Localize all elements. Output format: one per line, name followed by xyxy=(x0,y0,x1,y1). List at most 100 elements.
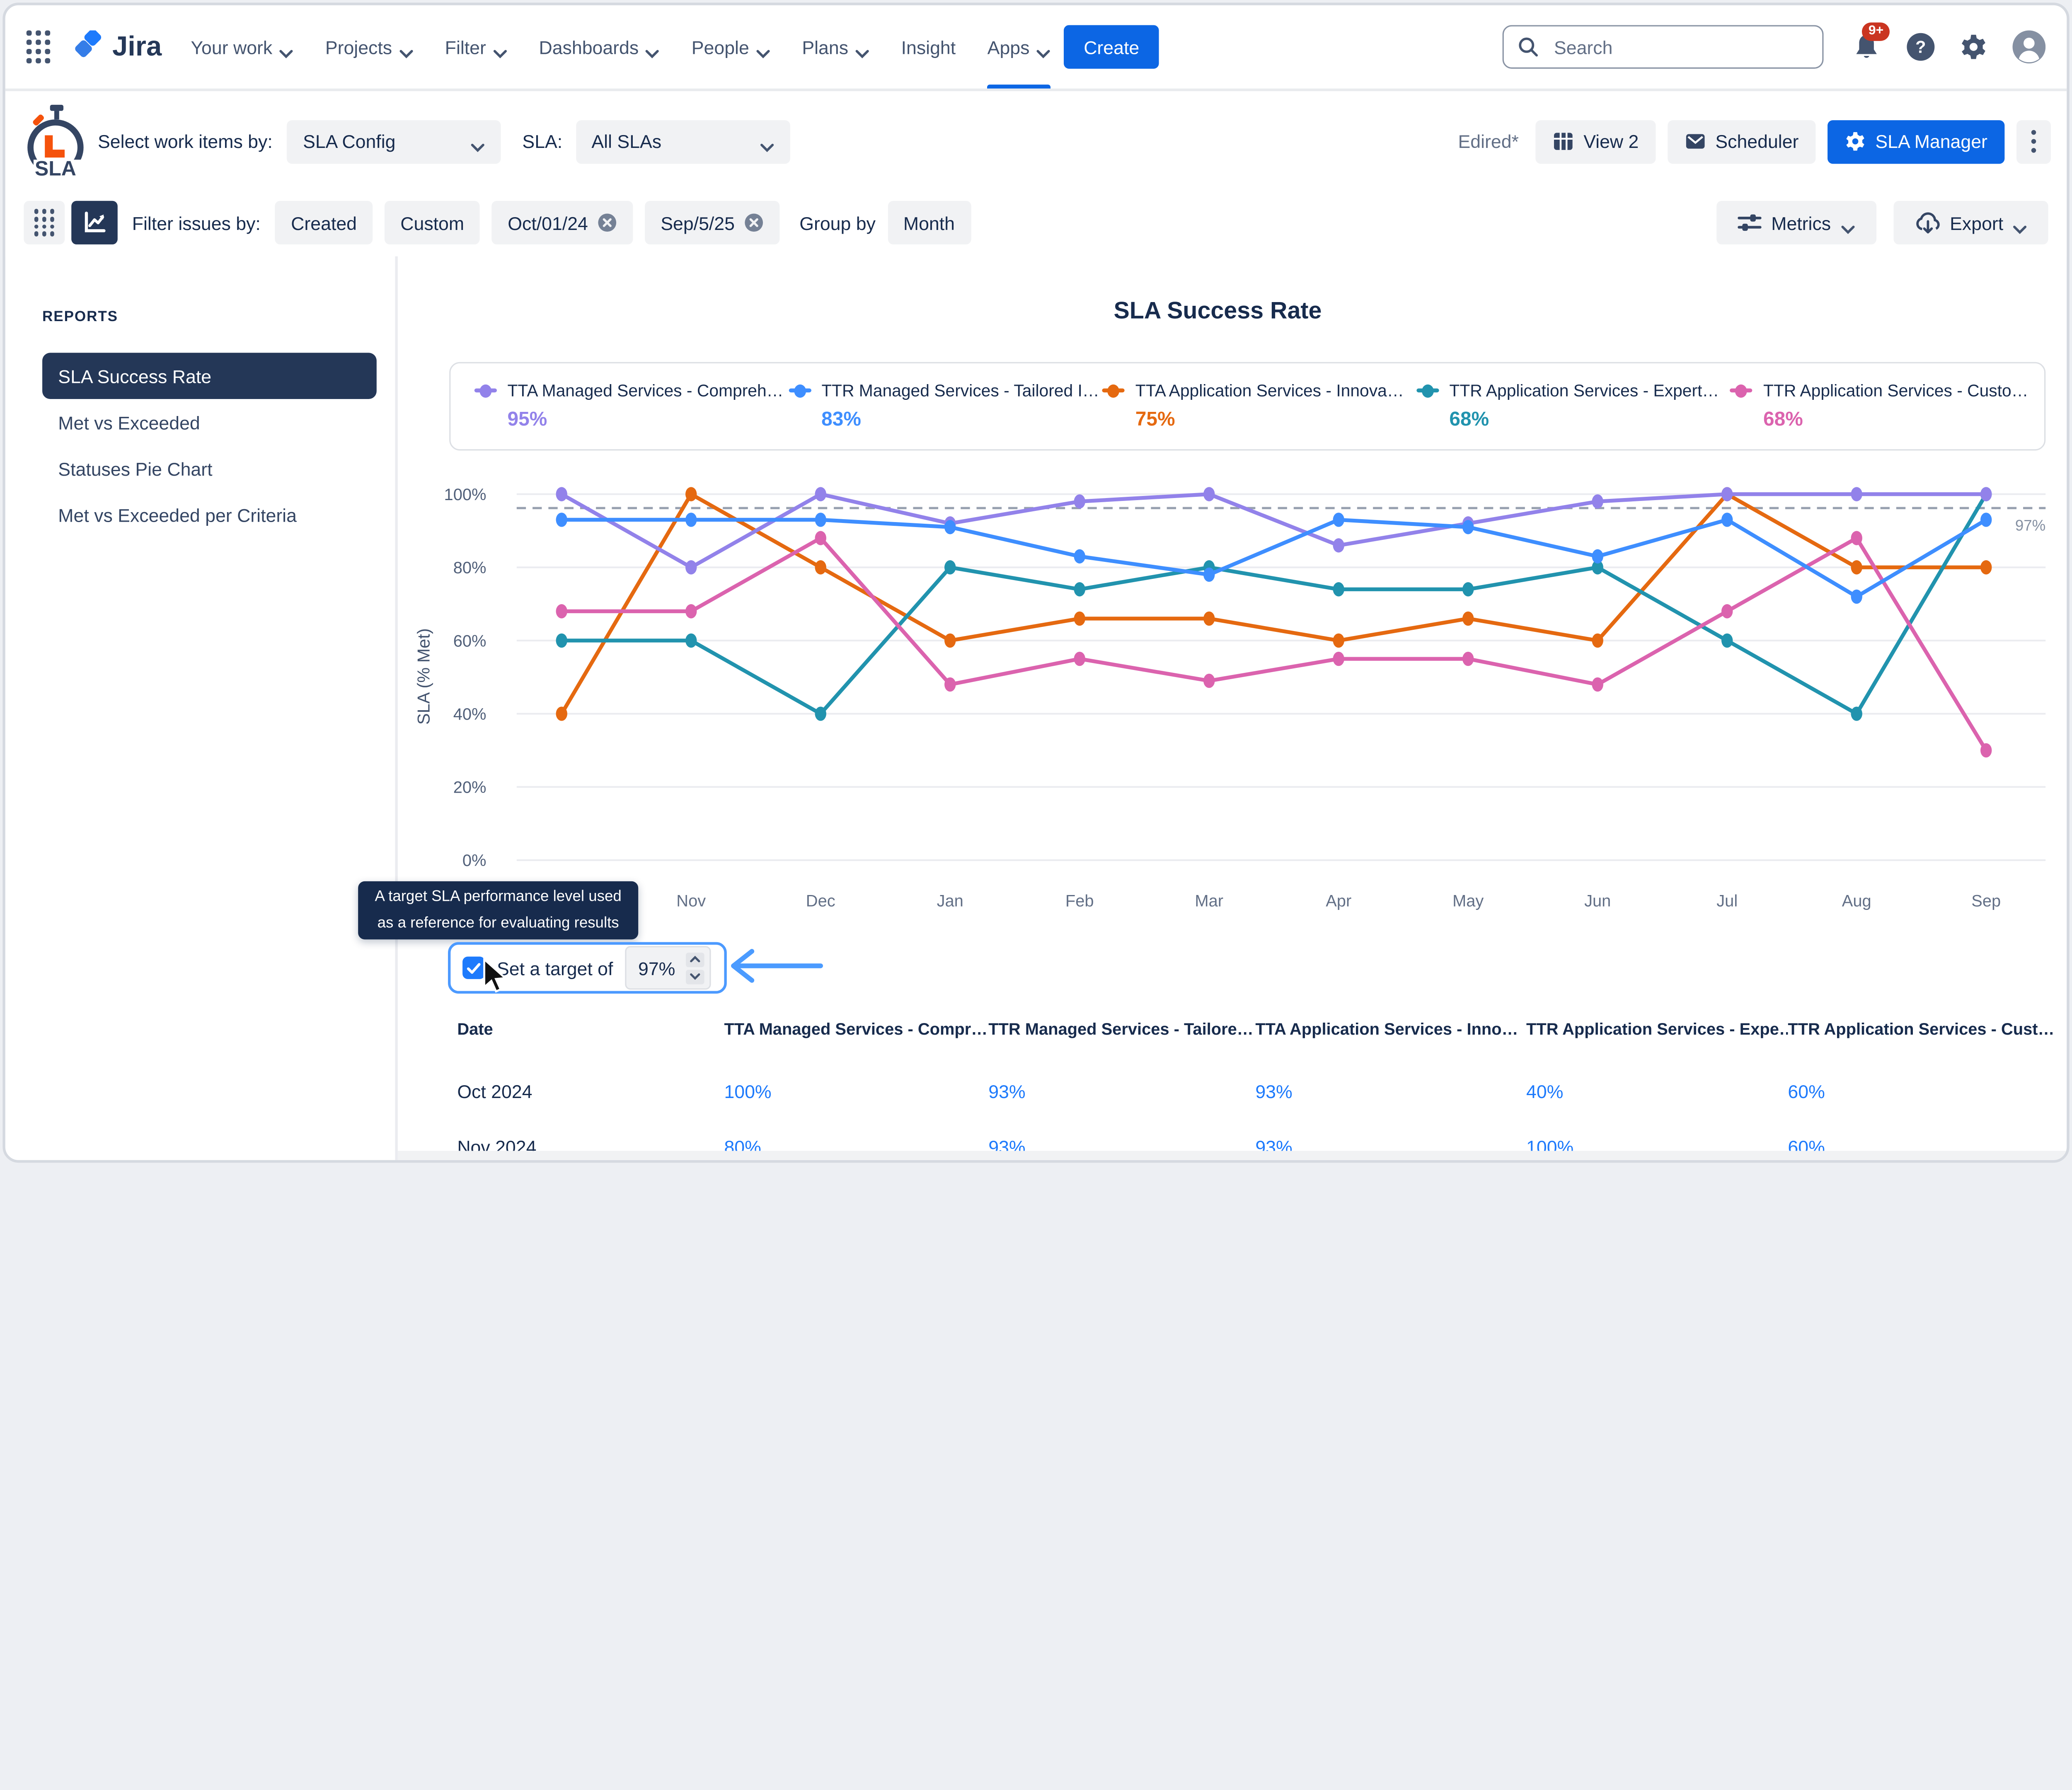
grid-view-toggle[interactable] xyxy=(24,201,65,244)
filter-chip-oct-01-24[interactable]: Oct/01/24 xyxy=(492,201,633,244)
nav-item-filter[interactable]: Filter xyxy=(445,5,507,89)
spinner-up-icon[interactable] xyxy=(686,952,704,967)
svg-text:Jul: Jul xyxy=(1716,892,1738,910)
nav-item-your-work[interactable]: Your work xyxy=(191,5,293,89)
nav-item-label: Your work xyxy=(191,36,272,58)
nav-item-plans[interactable]: Plans xyxy=(802,5,869,89)
filter-chip-custom[interactable]: Custom xyxy=(385,201,480,244)
create-button[interactable]: Create xyxy=(1064,25,1159,69)
table-value-link[interactable]: 40% xyxy=(1526,1081,1788,1102)
jira-logo-text: Jira xyxy=(112,31,162,63)
search-input[interactable] xyxy=(1552,35,1809,59)
legend-item-ttr-managed-services-t[interactable]: TTR Managed Services - Tailored I…83% xyxy=(788,363,1102,449)
reports-list: SLA Success RateMet vs ExceededStatuses … xyxy=(42,353,377,537)
table-header-cell: TTR Application Services - Expe… xyxy=(1526,1020,1788,1039)
legend-item-ttr-application-services[interactable]: TTR Application Services - Expert…68% xyxy=(1416,363,1731,449)
metrics-button[interactable]: Metrics xyxy=(1717,201,1876,244)
chart-view-toggle[interactable] xyxy=(71,201,118,244)
tooltip-line1: A target SLA performance level used xyxy=(358,884,638,910)
chip-remove-icon[interactable] xyxy=(744,213,764,232)
legend-label: TTA Application Services - Innova… xyxy=(1135,380,1404,400)
table-value-link[interactable]: 60% xyxy=(1788,1081,2059,1102)
nav-item-apps[interactable]: Apps xyxy=(988,5,1051,89)
sla-manager-label: SLA Manager xyxy=(1875,131,1987,152)
notifications-bell-icon[interactable]: 9+ xyxy=(1853,32,1881,61)
legend-item-ttr-application-services[interactable]: TTR Application Services - Custo… 68% xyxy=(1730,363,2044,449)
legend-marker xyxy=(788,384,811,397)
work-items-dropdown[interactable]: SLA Config xyxy=(287,120,501,163)
envelope-icon xyxy=(1685,131,1706,152)
table-value-link[interactable]: 100% xyxy=(724,1081,988,1102)
sidebar-item-sla-success-rate[interactable]: SLA Success Rate xyxy=(42,353,377,399)
chip-remove-icon[interactable] xyxy=(597,213,617,232)
metrics-label: Metrics xyxy=(1771,212,1831,233)
chevron-down-icon xyxy=(759,136,774,147)
target-input[interactable] xyxy=(638,957,680,978)
chevron-down-icon xyxy=(493,41,507,52)
svg-text:60%: 60% xyxy=(453,632,487,650)
table-value-link[interactable]: 93% xyxy=(988,1081,1255,1102)
legend-label: TTR Application Services - Expert… xyxy=(1449,380,1719,400)
legend-item-tta-managed-services-c[interactable]: TTA Managed Services - Compreh…95% xyxy=(474,363,789,449)
set-target-label: Set a target of xyxy=(497,957,613,978)
sla-label: SLA: xyxy=(522,131,562,152)
sidebar-item-met-vs-exceeded[interactable]: Met vs Exceeded xyxy=(42,399,377,445)
export-label: Export xyxy=(1950,212,2003,233)
filter-chip-created[interactable]: Created xyxy=(275,201,373,244)
app-frame: Jira Your work Projects Filter Dashboards Pe… xyxy=(2,2,2069,1163)
target-spinner[interactable] xyxy=(625,946,711,989)
group-by-value-chip[interactable]: Month xyxy=(888,201,971,244)
nav-item-dashboards[interactable]: Dashboards xyxy=(539,5,660,89)
spinner-down-icon[interactable] xyxy=(686,969,704,984)
scheduler-button[interactable]: Scheduler xyxy=(1668,120,1816,163)
table-row: Oct 2024100%93%93%40%60% xyxy=(457,1064,2067,1119)
sidebar-item-statuses-pie-chart[interactable]: Statuses Pie Chart xyxy=(42,445,377,492)
app-window: Jira Your work Projects Filter Dashboards Pe… xyxy=(0,0,2072,1166)
jira-logo[interactable]: Jira xyxy=(73,30,162,64)
more-options-kebab-icon[interactable] xyxy=(2016,120,2051,163)
user-avatar[interactable] xyxy=(2013,30,2046,63)
table-header-cell: TTA Application Services - Inno… xyxy=(1255,1020,1526,1039)
help-icon[interactable]: ? xyxy=(1907,33,1934,61)
nav-item-projects[interactable]: Projects xyxy=(325,5,413,89)
svg-text:May: May xyxy=(1452,892,1484,910)
view-2-button[interactable]: View 2 xyxy=(1536,120,1656,163)
sidebar-item-met-vs-exceeded-per-criteria[interactable]: Met vs Exceeded per Criteria xyxy=(42,491,377,538)
export-button[interactable]: Export xyxy=(1893,201,2048,244)
nav-item-people[interactable]: People xyxy=(692,5,770,89)
notifications-badge: 9+ xyxy=(1862,22,1890,41)
sliders-icon xyxy=(1738,213,1762,232)
nav-item-insight[interactable]: Insight xyxy=(901,5,956,89)
nav-item-label: Insight xyxy=(901,36,956,58)
content-area: REPORTS SLA Success RateMet vs ExceededS… xyxy=(5,256,2067,1160)
chevron-down-icon xyxy=(756,41,770,52)
table-header-cell: TTA Managed Services - Compr… xyxy=(724,1020,988,1039)
scheduler-label: Scheduler xyxy=(1715,131,1798,152)
svg-text:SLA: SLA xyxy=(35,157,76,179)
svg-text:Mar: Mar xyxy=(1195,892,1223,910)
filter-chip-sep-5-25[interactable]: Sep/5/25 xyxy=(645,201,779,244)
nav-item-label: Projects xyxy=(325,36,392,58)
table-value-link[interactable]: 93% xyxy=(1255,1081,1526,1102)
group-by-label: Group by xyxy=(799,212,876,233)
legend-current-value: 68% xyxy=(1763,408,2044,431)
sla-dropdown[interactable]: All SLAs xyxy=(576,120,790,163)
chevron-down-icon xyxy=(645,41,660,52)
settings-gear-icon[interactable] xyxy=(1960,33,1987,61)
chevron-down-icon xyxy=(855,41,869,52)
target-tooltip: A target SLA performance level used as a… xyxy=(358,881,638,939)
sla-manager-button[interactable]: SLA Manager xyxy=(1828,120,2005,163)
search-box[interactable] xyxy=(1503,25,1824,69)
chevron-down-icon xyxy=(2013,218,2027,228)
legend-marker xyxy=(1416,384,1439,397)
reports-title: REPORTS xyxy=(42,309,377,325)
chart-legend: TTA Managed Services - Compreh…95%TTR Ma… xyxy=(449,362,2045,451)
table-date-cell: Oct 2024 xyxy=(457,1081,724,1102)
legend-label: TTR Application Services - Custo… xyxy=(1763,380,2028,400)
legend-marker xyxy=(1730,384,1752,397)
horizontal-scrollbar-track[interactable] xyxy=(398,1151,2067,1160)
select-work-items-label: Select work items by: xyxy=(98,131,273,152)
legend-current-value: 95% xyxy=(507,408,788,431)
app-switcher-icon[interactable] xyxy=(27,30,50,64)
legend-item-tta-application-services[interactable]: TTA Application Services - Innova…75% xyxy=(1102,363,1416,449)
